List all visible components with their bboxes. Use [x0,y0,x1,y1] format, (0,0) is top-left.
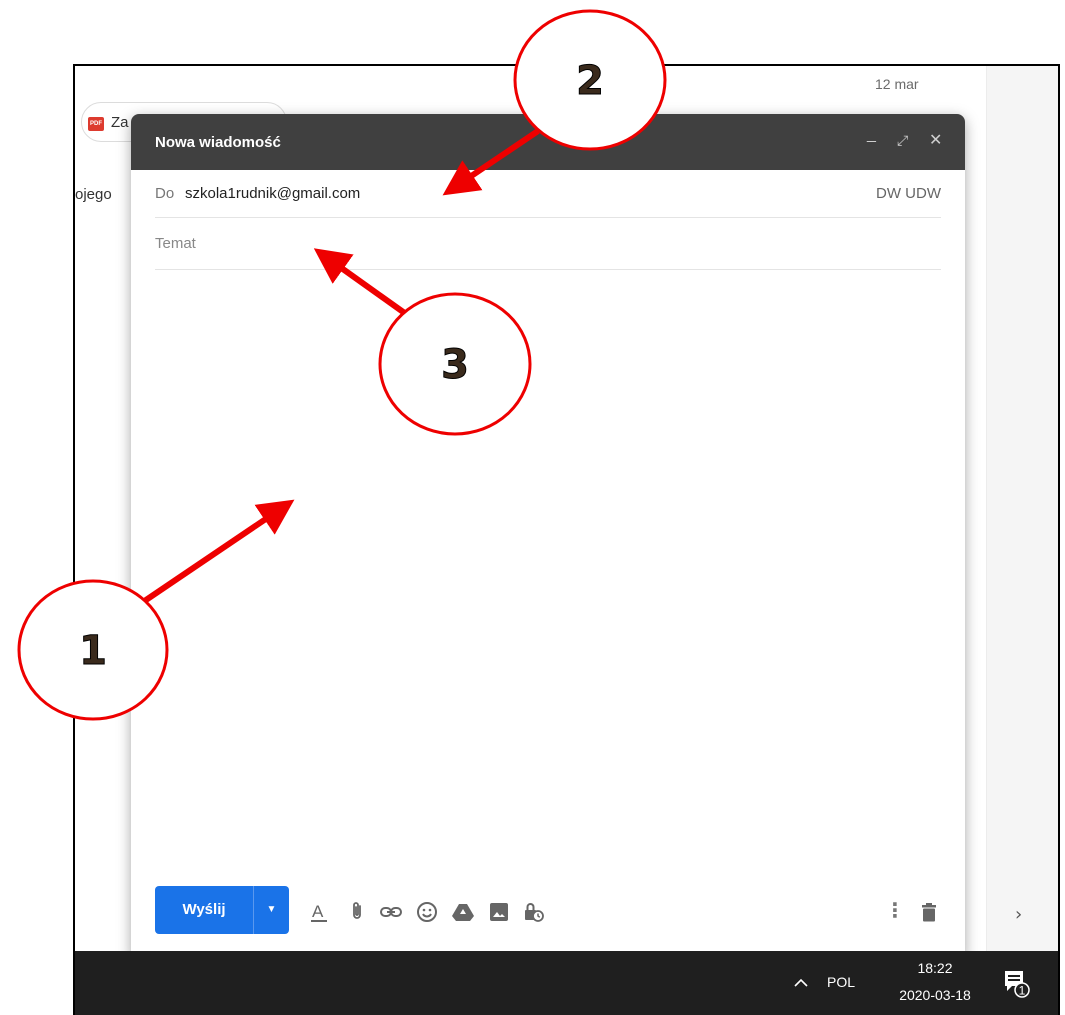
compose-title: Nowa wiadomość [155,134,281,151]
notification-count: 1 [1019,984,1026,998]
minimize-icon[interactable]: _ [867,126,876,144]
clock-time[interactable]: 18:22 [895,960,975,976]
expand-panel-icon[interactable]: › [1015,904,1022,925]
attachment-name: Za [111,114,129,131]
send-label: Wyślij [182,901,226,918]
recipients-row[interactable]: Do szkola1rudnik@gmail.com DW UDW [155,170,941,218]
delete-icon[interactable] [917,900,941,924]
to-field[interactable]: szkola1rudnik@gmail.com [185,185,360,202]
compose-header[interactable]: Nowa wiadomość _ ⤢ ✕ [131,114,965,170]
to-label: Do [155,185,175,202]
subject-input[interactable] [155,218,941,268]
language-indicator[interactable]: POL [827,974,855,990]
schedule-send-dropdown[interactable]: ▼ [254,886,289,934]
drive-icon[interactable] [451,900,475,924]
compose-window: Nowa wiadomość _ ⤢ ✕ Do szkola1rudnik@gm… [131,114,965,957]
subject-row [155,218,941,270]
cc-bcc-links[interactable]: DW UDW [876,185,941,202]
notification-center-icon[interactable]: 1 [999,967,1031,999]
svg-text:A: A [312,902,324,921]
format-text-icon[interactable]: A [307,900,331,924]
close-icon[interactable]: ✕ [929,130,942,150]
windows-taskbar: POL 18:22 2020-03-18 1 [75,951,1058,1015]
gmail-window: 12 mar PDF Za ojego › Nowa wiadomość _ ⤢… [73,64,1060,1015]
clock-date[interactable]: 2020-03-18 [893,987,977,1003]
attach-icon[interactable] [345,900,369,924]
send-button[interactable]: Wyślij ▼ [155,886,289,934]
message-body[interactable] [155,274,941,874]
image-icon[interactable] [487,900,511,924]
side-panel: › [986,66,1058,951]
more-options-icon[interactable]: ⋮ [885,898,905,923]
message-date: 12 mar [875,76,919,92]
message-snippet: ojego [75,186,112,203]
show-hidden-icons-icon[interactable] [791,973,811,993]
confidential-icon[interactable] [521,900,545,924]
pdf-icon: PDF [88,117,104,131]
link-icon[interactable] [379,900,403,924]
fullscreen-icon[interactable]: ⤢ [897,132,908,149]
emoji-icon[interactable] [415,900,439,924]
